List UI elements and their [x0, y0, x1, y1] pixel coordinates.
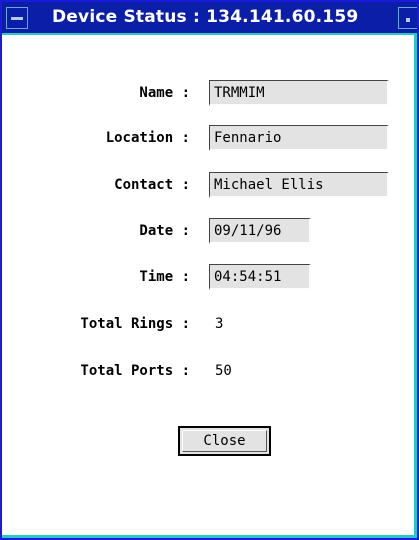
- total-ports-row: Total Ports : 50: [2, 358, 417, 384]
- window-title: Device Status : 134.141.60.159: [52, 7, 359, 27]
- location-row: Location : Fennario: [2, 125, 417, 151]
- close-button[interactable]: Close: [178, 426, 271, 456]
- contact-field[interactable]: Michael Ellis: [209, 172, 389, 198]
- system-menu-icon: [11, 17, 23, 20]
- location-label: Location :: [105, 130, 190, 146]
- total-rings-label: Total Rings :: [80, 316, 190, 332]
- name-field[interactable]: TRMMIM: [209, 80, 389, 106]
- date-row: Date : 09/11/96: [2, 218, 417, 244]
- minimize-icon: [406, 18, 410, 22]
- time-label: Time :: [139, 269, 190, 285]
- name-label: Name :: [139, 85, 190, 101]
- close-button-bevel: [182, 430, 267, 452]
- contact-row: Contact : Michael Ellis: [2, 172, 417, 198]
- minimize-button[interactable]: [398, 7, 417, 29]
- total-rings-value: 3: [215, 316, 224, 332]
- system-menu-button[interactable]: [6, 7, 28, 29]
- date-field[interactable]: 09/11/96: [209, 218, 311, 244]
- location-field[interactable]: Fennario: [209, 125, 389, 151]
- total-rings-row: Total Rings : 3: [2, 311, 417, 337]
- name-row: Name : TRMMIM: [2, 80, 417, 106]
- title-bar[interactable]: Device Status : 134.141.60.159: [2, 2, 417, 35]
- device-status-window: Device Status : 134.141.60.159 Name : TR…: [0, 0, 419, 540]
- time-field[interactable]: 04:54:51: [209, 264, 311, 290]
- date-label: Date :: [139, 223, 190, 239]
- total-ports-label: Total Ports :: [80, 363, 190, 379]
- time-row: Time : 04:54:51: [2, 264, 417, 290]
- contact-label: Contact :: [114, 177, 190, 193]
- total-ports-value: 50: [215, 363, 232, 379]
